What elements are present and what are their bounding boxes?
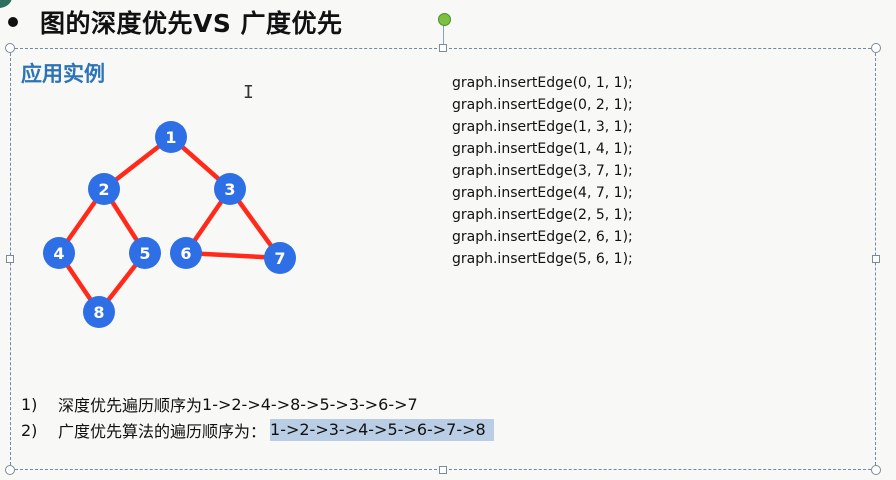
graph-node-label-1: 1 — [165, 128, 176, 147]
graph-node-label-6: 6 — [180, 244, 191, 263]
graph-node-label-7: 7 — [274, 249, 285, 268]
graph-node-label-4: 4 — [53, 244, 64, 263]
dfs-order-label: 深度优先遍历顺序为 — [58, 396, 203, 415]
order-number: 2) — [21, 420, 38, 440]
graph-node-label-8: 8 — [93, 303, 104, 322]
bfs-order-label: 广度优先算法的遍历顺序为： — [58, 422, 267, 441]
graph-node-label-3: 3 — [224, 180, 235, 199]
graph-edges — [57, 135, 282, 314]
bfs-order-line: 2) 广度优先算法的遍历顺序为： 1->2->3->4->5->6->7->8 — [21, 418, 494, 442]
order-number: 1) — [21, 394, 38, 414]
graph-node-label-2: 2 — [98, 180, 109, 199]
bfs-order-sequence-selected[interactable]: 1->2->3->4->5->6->7->8 — [270, 419, 494, 441]
dfs-order-line: 1) 深度优先遍历顺序为 1->2->4->8->5->3->6->7 — [21, 392, 418, 416]
dfs-order-sequence: 1->2->4->8->5->3->6->7 — [202, 394, 418, 414]
graph-node-label-5: 5 — [139, 244, 150, 263]
